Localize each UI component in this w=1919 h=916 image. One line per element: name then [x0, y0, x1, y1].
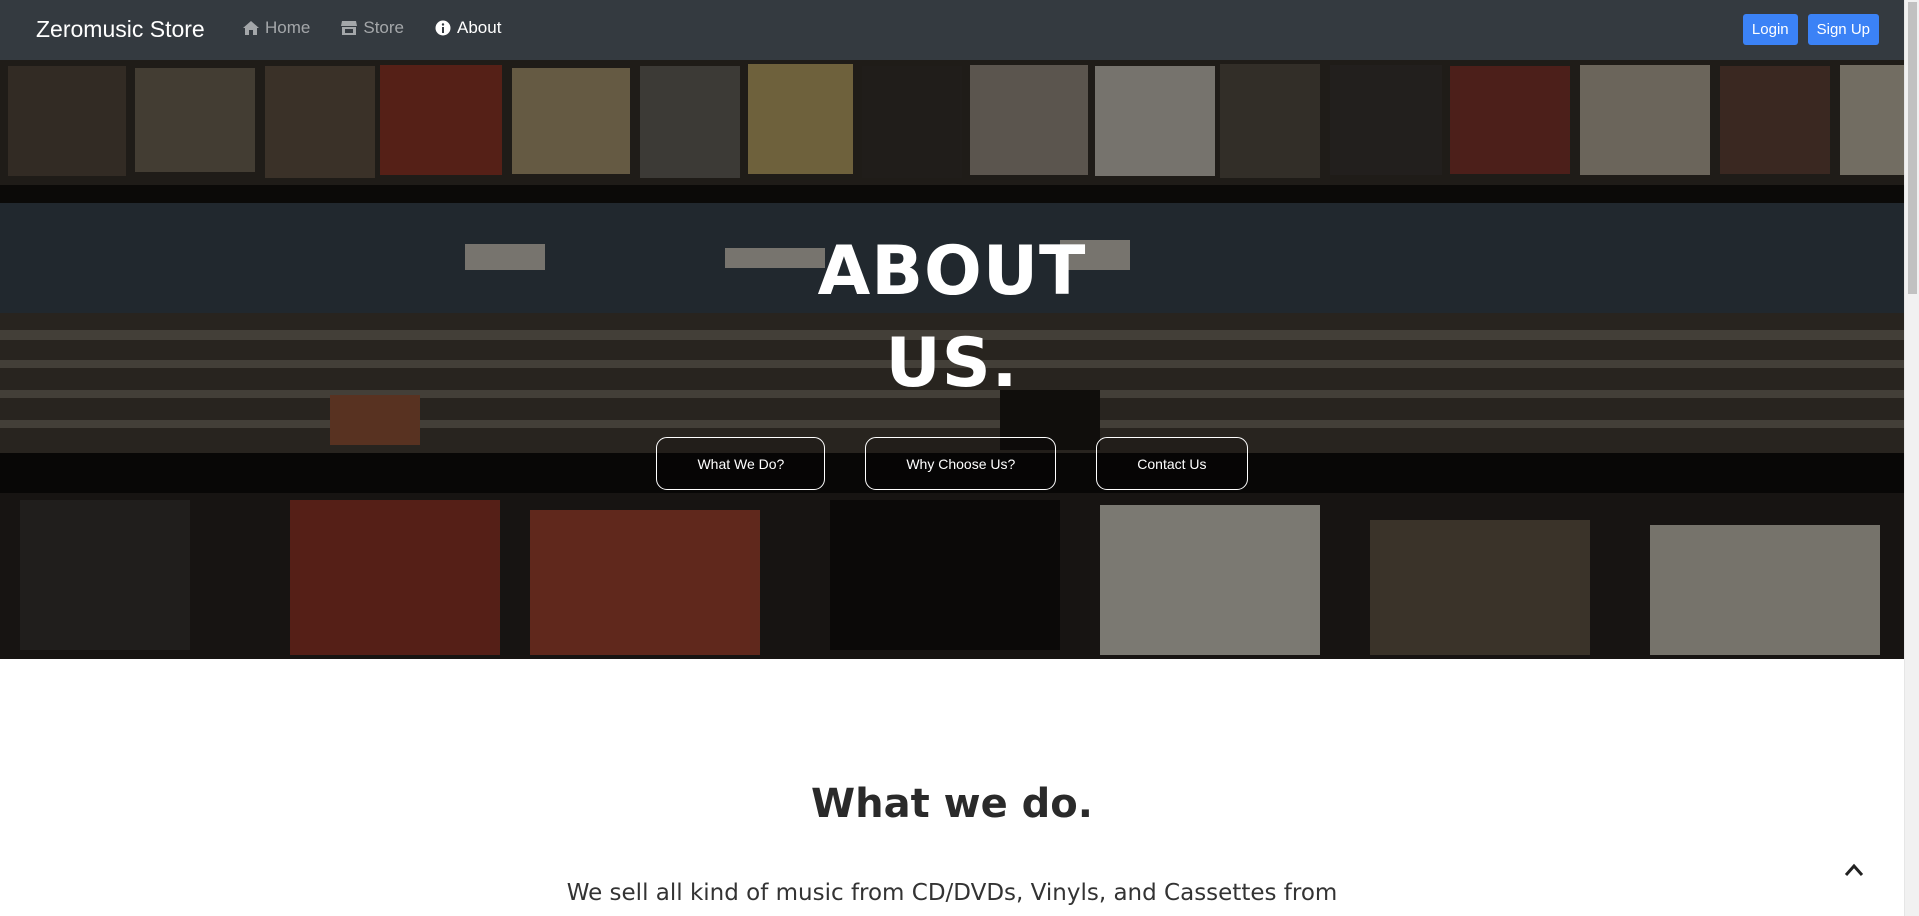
brand-link[interactable]: Zeromusic Store [36, 14, 205, 44]
navbar: Zeromusic Store Home Store About Login S… [0, 0, 1904, 60]
nav-link-home[interactable]: Home [242, 17, 310, 39]
home-icon [243, 21, 259, 35]
hero-title: ABOUT US. [0, 226, 1904, 410]
signup-button[interactable]: Sign Up [1807, 14, 1879, 45]
scrollbar-thumb[interactable] [1908, 2, 1917, 294]
hero-title-line1: ABOUT [817, 232, 1087, 311]
section-text: We sell all kind of music from CD/DVDs, … [566, 880, 1338, 906]
nav-link-about[interactable]: About [434, 17, 501, 39]
nav-link-store[interactable]: Store [340, 17, 404, 39]
login-button[interactable]: Login [1742, 14, 1798, 45]
section-title: What we do. [811, 781, 1093, 827]
page-scrollbar[interactable] [1904, 0, 1919, 916]
auth-buttons: Login Sign Up [1742, 14, 1879, 45]
what-we-do-button[interactable]: What We Do? [656, 437, 826, 490]
hero-banner: ABOUT US. What We Do? Why Choose Us? Con… [0, 60, 1904, 659]
chevron-up-icon [1844, 863, 1864, 876]
nav-links: Home Store About [242, 17, 531, 39]
hero-title-line2: US. [885, 324, 1019, 403]
why-choose-us-button[interactable]: Why Choose Us? [865, 437, 1057, 490]
back-to-top-button[interactable] [1837, 855, 1871, 885]
hero-buttons: What We Do? Why Choose Us? Contact Us [0, 437, 1904, 490]
store-icon [341, 21, 358, 35]
info-icon [435, 20, 451, 36]
nav-link-label: Home [265, 18, 311, 37]
contact-us-button[interactable]: Contact Us [1096, 437, 1248, 490]
nav-link-label: Store [363, 18, 404, 37]
nav-link-label: About [457, 18, 502, 37]
